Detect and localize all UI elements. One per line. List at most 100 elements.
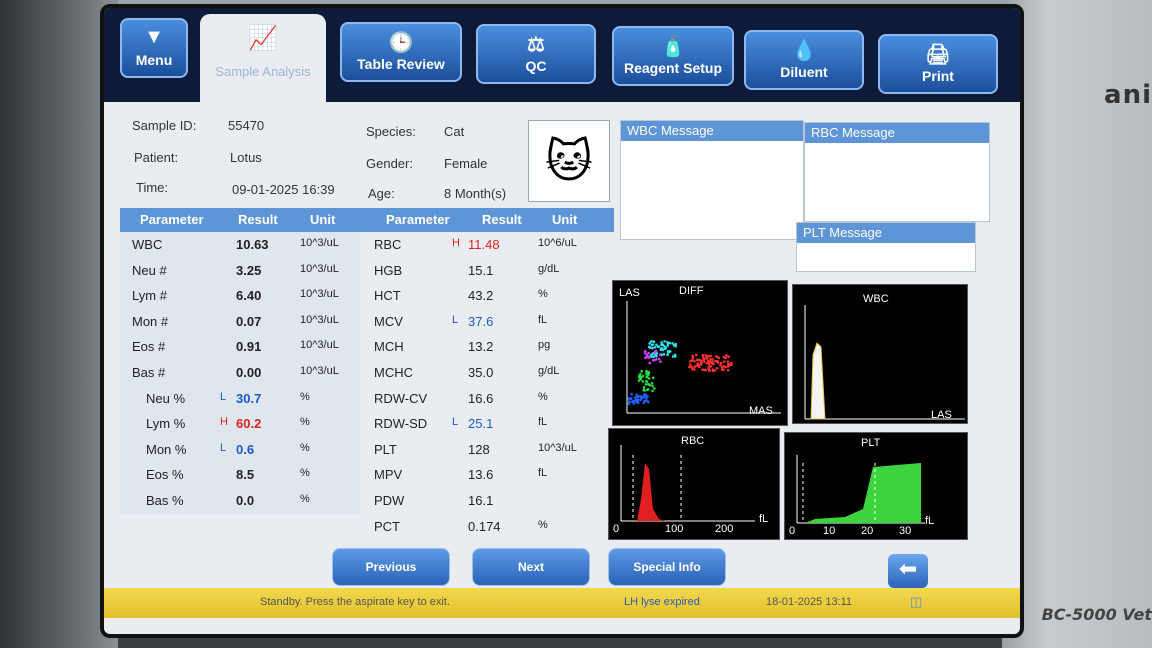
diff-point	[719, 361, 723, 365]
gender-value: Female	[444, 156, 488, 171]
diluent-button[interactable]: 💧 Diluent	[744, 30, 864, 90]
result-value: 10.63	[236, 237, 269, 252]
table-row: Bas # 0.00 10^3/uL MCHC 35.0 g/dL	[120, 360, 614, 386]
results-table: Parameter Result Unit Parameter Result U…	[120, 208, 614, 548]
diff-point	[635, 393, 638, 397]
param-name: PDW	[374, 493, 405, 508]
flag: L	[220, 441, 227, 454]
unit: %	[300, 441, 310, 454]
diff-point	[714, 359, 718, 363]
diff-y-axis-label: LAS	[619, 287, 640, 299]
plt-curve	[805, 463, 921, 523]
table-row: Neu % L 30.7% RDW-CV 16.6%	[120, 385, 614, 412]
wbc-message-box: WBC Message	[620, 120, 804, 240]
result-value: 6.40	[236, 288, 262, 304]
diff-point	[707, 367, 711, 371]
result-value: 30.7	[236, 390, 262, 406]
rbc-histogram: RBC 0 100 200 fL	[608, 428, 780, 540]
tab-sample-analysis[interactable]: 📈 Sample Analysis	[200, 14, 326, 104]
diff-point	[658, 353, 662, 356]
reagent-setup-button[interactable]: 🧴 Reagent Setup	[612, 26, 734, 86]
param-name: Lym #	[132, 288, 167, 304]
diff-point	[647, 351, 650, 355]
menu-button-label: Menu	[135, 52, 173, 68]
rbc-tick-100: 100	[665, 523, 684, 535]
table-row: Mon # 0.07 10^3/uL MCV L 37.6 fL	[120, 308, 614, 335]
unit: fL	[538, 416, 548, 429]
rbc-unit: fL	[759, 513, 769, 525]
diff-point	[648, 383, 652, 387]
table-row: PCT 0.174%	[120, 514, 614, 540]
diff-point	[667, 350, 671, 354]
unit: %	[538, 390, 548, 403]
printer-icon: 🖨	[925, 44, 951, 66]
diluent-label: Diluent	[780, 64, 828, 80]
diff-point	[645, 380, 648, 383]
diff-point	[692, 368, 696, 371]
param-name: MCV	[374, 313, 403, 329]
param-name: HGB	[374, 262, 403, 278]
qc-button[interactable]: ⚖ QC	[476, 24, 596, 84]
diff-point	[651, 384, 654, 388]
special-info-button[interactable]: Special Info	[608, 548, 726, 586]
diff-point	[642, 386, 646, 389]
unit: %	[300, 493, 310, 505]
wbc-curve	[810, 342, 826, 420]
result-value: 16.6	[468, 390, 494, 406]
diff-point	[627, 402, 631, 406]
unit: fL	[538, 313, 548, 326]
clock-icon: 🕒	[388, 32, 414, 54]
back-arrow-button[interactable]: ⬅	[888, 554, 928, 588]
result-value: 8.5	[236, 467, 255, 483]
table-review-label: Table Review	[357, 56, 445, 72]
table-row: Lym % H 60.2% RDW-SD L 25.1 fL	[120, 411, 614, 438]
diff-point	[695, 358, 699, 362]
unit: 10^3/uL	[300, 262, 339, 275]
plt-message-header: PLT Message	[797, 223, 975, 243]
diff-point	[730, 363, 733, 367]
param-name: Bas %	[146, 493, 184, 508]
result-value: 0.07	[236, 313, 262, 329]
balance-scale-icon: ⚖	[527, 34, 545, 56]
diff-point	[723, 360, 726, 363]
diff-point	[644, 383, 648, 386]
param-name: MCHC	[374, 365, 413, 380]
diff-point	[652, 340, 656, 343]
diff-point	[711, 358, 714, 361]
age-label: Age:	[368, 186, 395, 201]
flag: L	[220, 390, 227, 403]
menu-button[interactable]: ▼ Menu	[120, 18, 188, 78]
unit: pg	[538, 339, 551, 352]
next-button[interactable]: Next	[472, 548, 590, 586]
diff-point	[632, 402, 636, 405]
param-name: WBC	[132, 237, 163, 252]
header-unit-right: Unit	[552, 212, 578, 227]
table-review-button[interactable]: 🕒 Table Review	[340, 22, 462, 82]
diff-point	[709, 354, 713, 358]
diff-point	[701, 368, 704, 371]
print-button[interactable]: 🖨 Print	[878, 34, 998, 94]
network-icon: ◫	[910, 594, 923, 609]
rbc-curve	[637, 463, 665, 521]
diff-point	[648, 361, 652, 365]
plt-histogram: PLT 0 10 20 30 fL	[784, 432, 968, 540]
unit: 10^3/uL	[300, 365, 339, 377]
diff-point	[704, 368, 707, 372]
diff-point	[689, 359, 692, 363]
param-name: Eos %	[146, 467, 184, 483]
wbc-histogram: WBC LAS	[792, 284, 968, 424]
diff-point	[694, 353, 698, 357]
diff-point	[724, 356, 727, 360]
diff-point	[701, 356, 705, 359]
diff-point	[649, 340, 653, 343]
header-result-right: Result	[482, 212, 522, 227]
diff-point	[633, 396, 637, 400]
param-name: PLT	[374, 441, 397, 457]
rbc-tick-200: 200	[715, 523, 734, 535]
previous-button[interactable]: Previous	[332, 548, 450, 586]
param-name: RDW-CV	[374, 390, 428, 406]
analyzer-screen: ▼ Menu 📈 Sample Analysis 🕒 Table Review …	[104, 8, 1020, 634]
diff-point	[671, 342, 674, 345]
plt-tick-0: 0	[789, 525, 796, 537]
status-datetime: 18-01-2025 13:11	[766, 596, 853, 608]
